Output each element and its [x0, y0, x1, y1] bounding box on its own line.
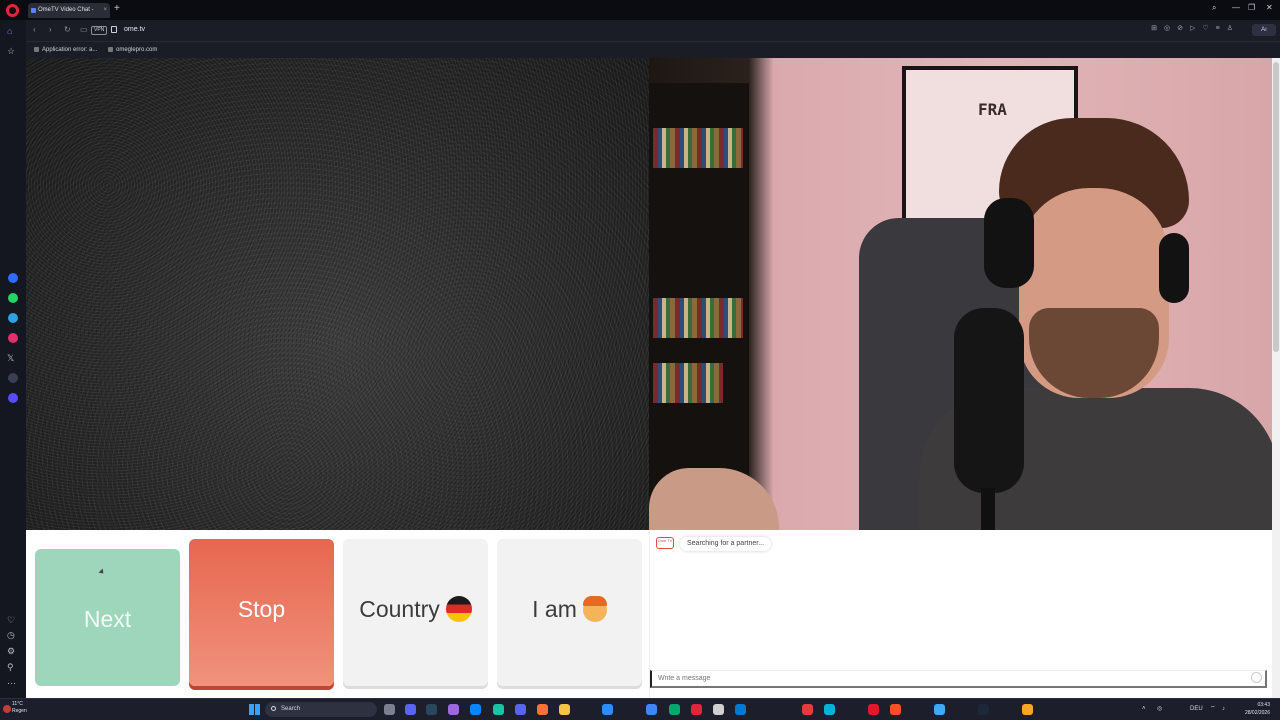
windows-start-icon[interactable] [249, 704, 260, 715]
bookmarks-bar: Application error: a... omeglepro.com [26, 41, 1280, 58]
next-button[interactable]: Next [35, 549, 180, 686]
player-icon[interactable] [8, 393, 18, 403]
weather-icon[interactable] [3, 705, 11, 713]
headphones-icon [984, 198, 1034, 288]
app-icon[interactable] [713, 704, 724, 715]
telegram-icon[interactable] [8, 313, 18, 323]
steam-icon[interactable] [426, 704, 437, 715]
next-label: Next [83, 606, 132, 632]
star-icon[interactable]: ☆ [7, 46, 15, 56]
app-icon[interactable] [868, 704, 879, 715]
instagram-icon[interactable] [8, 333, 18, 343]
music-icon[interactable] [8, 373, 18, 383]
own-webcam-video: FRA [649, 58, 1272, 530]
snapshot-icon[interactable]: ▭ [80, 25, 88, 35]
file-explorer-icon[interactable] [559, 704, 570, 715]
browser-sidebar: ⌂ ☆ 𝕏 ♡ ◷ ⚙ ⚲ ⋯ [0, 20, 26, 698]
page-scrollbar[interactable] [1272, 58, 1280, 698]
bookmark-favicon-icon [108, 46, 113, 52]
tab-ometv[interactable]: OmeTV Video Chat - × [28, 3, 110, 18]
app-icon[interactable] [802, 704, 813, 715]
bulb-icon[interactable]: ⚲ [7, 662, 14, 672]
country-label: Country [359, 596, 440, 622]
more-icon[interactable]: ⋯ [7, 678, 16, 688]
ometv-logo-icon: Ome TV [656, 537, 674, 549]
opera-icon[interactable] [691, 704, 702, 715]
app-icon[interactable] [978, 704, 989, 715]
heart-icon[interactable]: ♡ [7, 615, 15, 625]
de-flag-icon [445, 596, 472, 622]
minimize-button[interactable]: — [1232, 3, 1240, 12]
app-icon[interactable] [405, 704, 416, 715]
bookmark-favicon-icon [34, 46, 39, 52]
app-icon[interactable] [735, 704, 746, 715]
forward-icon[interactable]: › [49, 25, 52, 35]
windows-taskbar: 11°C Regen Search ˄ ◎ DEU ⌔ ♪ 03:43 28/0… [0, 698, 1280, 720]
address-bar-row: ‹ › ↻ ▭ VPN ome.tv ⊞◎⊘▷♡≡♙ Aı [0, 20, 1280, 41]
maximize-button[interactable]: ❐ [1248, 3, 1255, 12]
microphone [954, 308, 1024, 493]
clock[interactable]: 03:43 28/02/2026 [1236, 701, 1270, 717]
app-icon[interactable] [448, 704, 459, 715]
person-hand [649, 468, 779, 530]
url-field[interactable]: ome.tv [124, 25, 145, 35]
close-window-button[interactable]: ✕ [1266, 3, 1273, 12]
chat-message-input[interactable] [650, 670, 1267, 688]
person-emoji-icon [582, 596, 607, 622]
ometv-page: FRA Next Stop Country I am Ome TV Search… [26, 58, 1280, 698]
firefox-icon[interactable] [537, 704, 548, 715]
x-icon[interactable]: 𝕏 [7, 353, 14, 363]
lock-icon[interactable] [111, 26, 117, 33]
ai-button[interactable]: Aı [1252, 24, 1276, 36]
wifi-icon[interactable]: ⌔ [1210, 704, 1216, 714]
tab-close-icon[interactable]: × [103, 3, 107, 18]
home-icon[interactable]: ⌂ [7, 26, 12, 36]
settings-icon[interactable]: ⚙ [7, 646, 15, 656]
history-icon[interactable]: ◷ [7, 630, 15, 640]
app-icon[interactable] [602, 704, 613, 715]
partner-video-static [26, 58, 649, 530]
app-icon[interactable] [669, 704, 680, 715]
whatsapp-icon[interactable] [8, 293, 18, 303]
tray-chevron-icon[interactable]: ˄ [1142, 704, 1146, 714]
opera-logo-icon[interactable] [6, 4, 19, 17]
discord-icon[interactable] [515, 704, 526, 715]
stop-button[interactable]: Stop [189, 539, 334, 686]
network-icon[interactable]: ◎ [1157, 704, 1162, 714]
ometv-favicon-icon [31, 8, 36, 13]
weather-widget[interactable]: 11°C Regen [12, 701, 27, 715]
address-bar-tools[interactable]: ⊞◎⊘▷♡≡♙ [1151, 24, 1240, 32]
app-icon[interactable] [1022, 704, 1033, 715]
browser-titlebar: OmeTV Video Chat - × + ⌕ — ❐ ✕ [0, 0, 1280, 20]
chrome-icon[interactable] [646, 704, 657, 715]
reload-icon[interactable]: ↻ [64, 25, 71, 35]
tab-title: OmeTV Video Chat - [38, 7, 94, 13]
new-tab-button[interactable]: + [114, 3, 120, 15]
back-icon[interactable]: ‹ [33, 25, 36, 35]
vpn-badge[interactable]: VPN [91, 26, 108, 35]
language-indicator[interactable]: DEU [1190, 704, 1203, 714]
app-icon[interactable] [890, 704, 901, 715]
bookshelf [649, 83, 749, 530]
emoji-icon[interactable] [1251, 672, 1262, 683]
chat-status-message: Searching for a partner... [680, 537, 772, 551]
app-icon[interactable] [493, 704, 504, 715]
app-icon[interactable] [824, 704, 835, 715]
volume-icon[interactable]: ♪ [1222, 704, 1225, 714]
stop-label: Stop [237, 596, 286, 622]
scrollbar-thumb[interactable] [1273, 62, 1279, 352]
gender-label: I am [532, 596, 577, 622]
search-icon [271, 706, 276, 711]
bookmark-item[interactable]: omeglepro.com [108, 45, 157, 55]
bookmark-item[interactable]: Application error: a... [34, 45, 97, 55]
taskbar-search[interactable]: Search [265, 702, 377, 717]
app-icon[interactable] [470, 704, 481, 715]
app-icon[interactable] [934, 704, 945, 715]
gender-button[interactable]: I am [497, 539, 642, 686]
task-view-icon[interactable] [384, 704, 395, 715]
country-button[interactable]: Country [343, 539, 488, 686]
messenger-icon[interactable] [8, 273, 18, 283]
chat-panel: Ome TV Searching for a partner... [649, 530, 1272, 698]
search-tabs-icon[interactable]: ⌕ [1212, 3, 1216, 13]
